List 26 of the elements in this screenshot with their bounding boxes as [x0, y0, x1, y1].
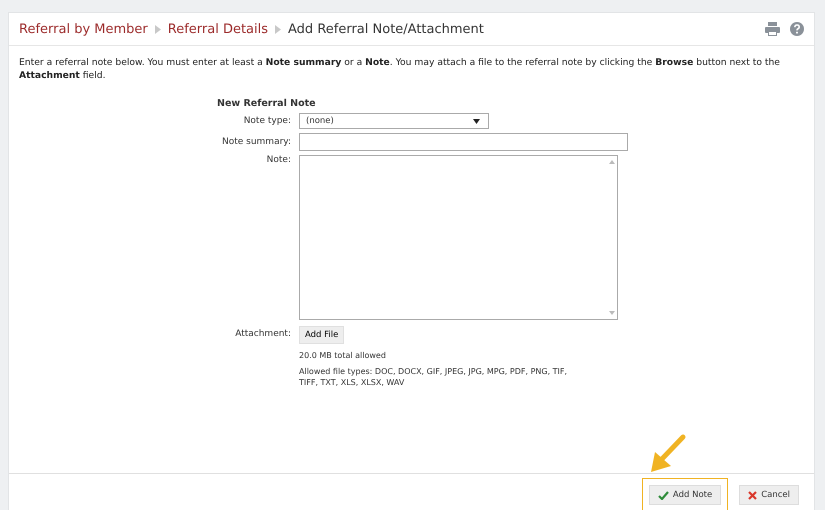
scroll-down-icon[interactable] [609, 311, 615, 315]
breadcrumb-link[interactable]: Referral by Member [19, 22, 148, 36]
breadcrumb-link[interactable]: Referral Details [168, 22, 268, 36]
checkmark-icon [658, 490, 669, 500]
dropdown-arrow-icon [473, 118, 480, 124]
close-icon [748, 490, 758, 500]
page-title: Add Referral Note/Attachment [288, 22, 484, 36]
file-types-text: Allowed file types: DOC, DOCX, GIF, JPEG, JPG, MPG, PDF, PNG, TIF, TIFF, TXT, XLS, XLSX, WAV [299, 366, 568, 388]
note-type-dropdown[interactable]: (none) [299, 113, 489, 129]
field-label: Attachment: [234, 329, 291, 339]
help-icon[interactable] [790, 22, 804, 36]
field-label: Note summary: [220, 137, 291, 147]
form-title: New Referral Note [217, 98, 317, 109]
add-note-button[interactable]: Add Note [648, 485, 722, 505]
field-label: Note type: [242, 116, 291, 126]
size-limit-text: 20.0 MB total allowed [299, 350, 387, 361]
note-field[interactable] [299, 155, 618, 320]
scroll-up-icon[interactable] [609, 160, 615, 164]
add-file-button[interactable]: Add File [299, 326, 344, 344]
field-label: Note: [266, 155, 291, 165]
cancel-button[interactable]: Cancel [739, 485, 799, 505]
instructions-text: Enter a referral note below. You must enter at least a Note summary or a Note. You may attach a file to the referral note by clicking the Browse button next to the Attachment field. [19, 56, 781, 82]
print-icon[interactable] [765, 22, 780, 36]
note-summary-field[interactable] [299, 133, 628, 151]
chevron-icon [275, 24, 282, 34]
chevron-icon [154, 24, 161, 34]
